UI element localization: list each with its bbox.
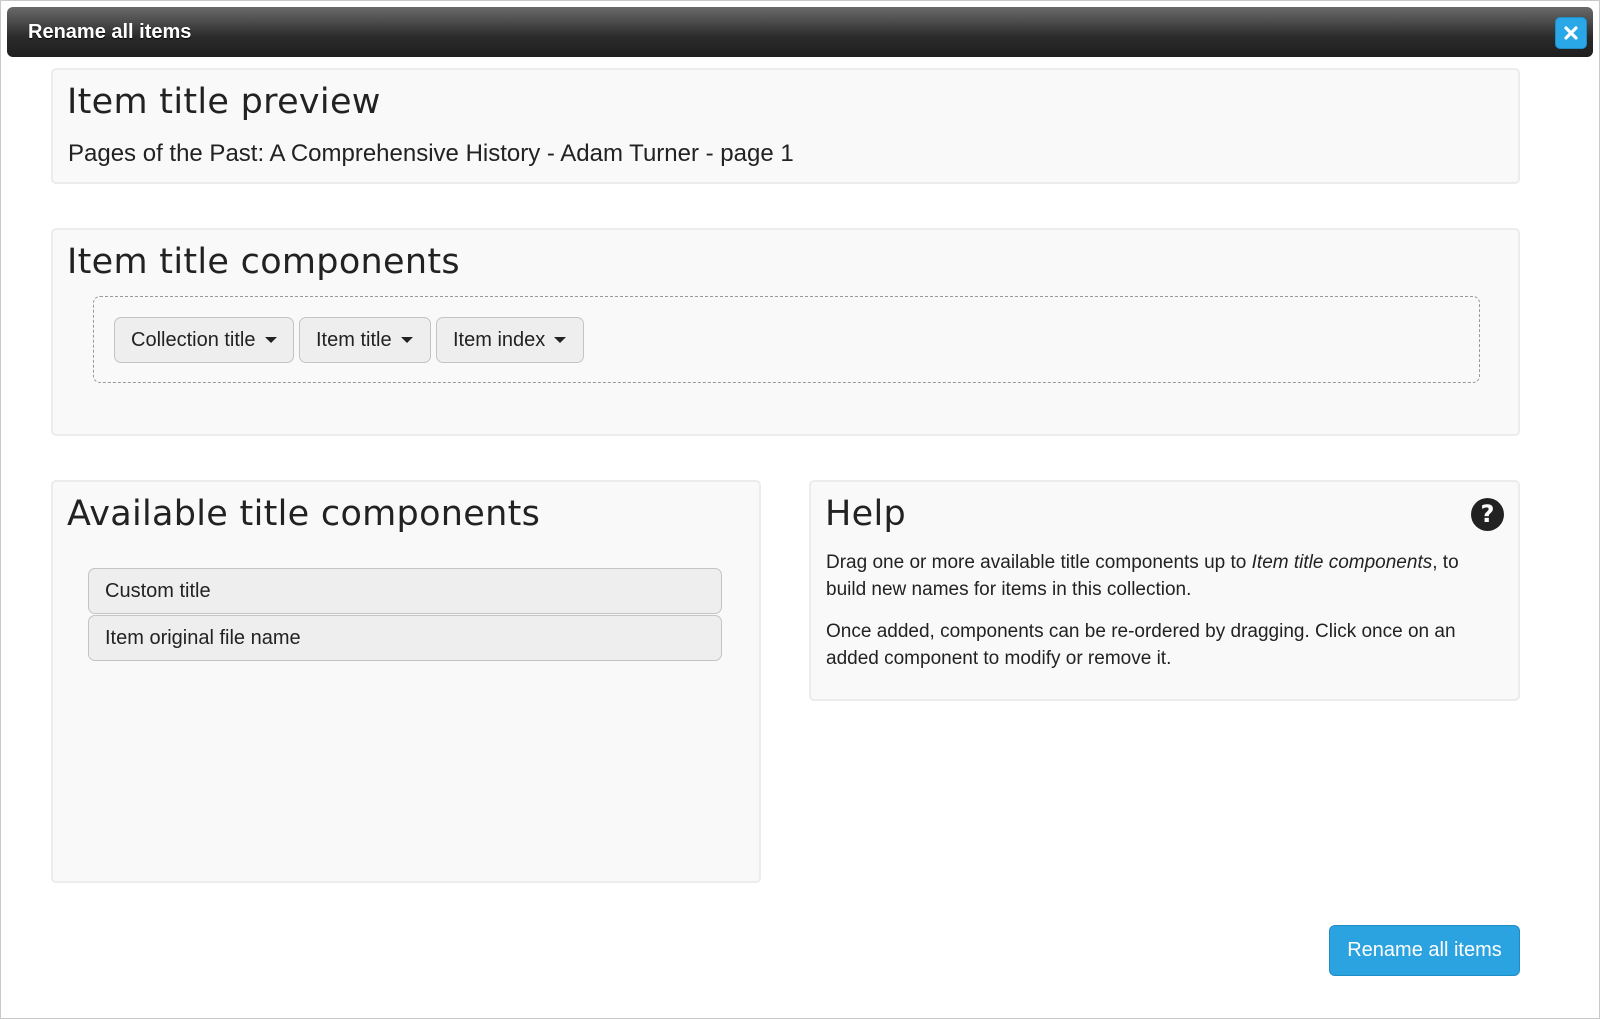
rename-dialog: Rename all items Item title preview Page… (0, 0, 1600, 1019)
help-paragraph-1: Drag one or more available title compone… (826, 549, 1496, 603)
caret-down-icon (554, 336, 567, 343)
caret-down-icon (400, 336, 413, 343)
close-button[interactable] (1555, 17, 1587, 49)
available-components-panel: Available title components Custom title … (51, 480, 761, 883)
title-preview-panel: Item title preview Pages of the Past: A … (51, 68, 1520, 184)
dialog-title: Rename all items (28, 21, 192, 43)
question-icon[interactable]: ? (1471, 498, 1504, 531)
help-panel: Help ? Drag one or more available title … (809, 480, 1520, 701)
help-text-part: Drag one or more available title compone… (826, 552, 1252, 573)
components-dropzone[interactable]: Collection title Item title Item index (93, 296, 1480, 383)
chip-label: Item title (316, 329, 392, 351)
chip-label: Item index (453, 329, 546, 351)
rename-all-items-button[interactable]: Rename all items (1329, 925, 1520, 976)
chip-item-title[interactable]: Item title (299, 317, 431, 363)
preview-text: Pages of the Past: A Comprehensive Histo… (68, 140, 794, 167)
help-text-emphasis: Item title components (1251, 552, 1433, 573)
title-components-panel: Item title components Collection title I… (51, 228, 1520, 436)
dialog-titlebar: Rename all items (7, 7, 1593, 57)
available-item-original-file-name[interactable]: Item original file name (88, 615, 722, 661)
caret-down-icon (264, 336, 277, 343)
chip-label: Collection title (131, 329, 256, 351)
available-item-custom-title[interactable]: Custom title (88, 568, 722, 614)
close-icon (1564, 26, 1578, 40)
chip-collection-title[interactable]: Collection title (114, 317, 294, 363)
preview-heading: Item title preview (67, 82, 381, 122)
components-heading: Item title components (67, 242, 460, 282)
help-heading: Help (825, 494, 906, 534)
chip-item-index[interactable]: Item index (436, 317, 584, 363)
available-heading: Available title components (67, 494, 541, 534)
help-paragraph-2: Once added, components can be re-ordered… (826, 621, 1456, 669)
